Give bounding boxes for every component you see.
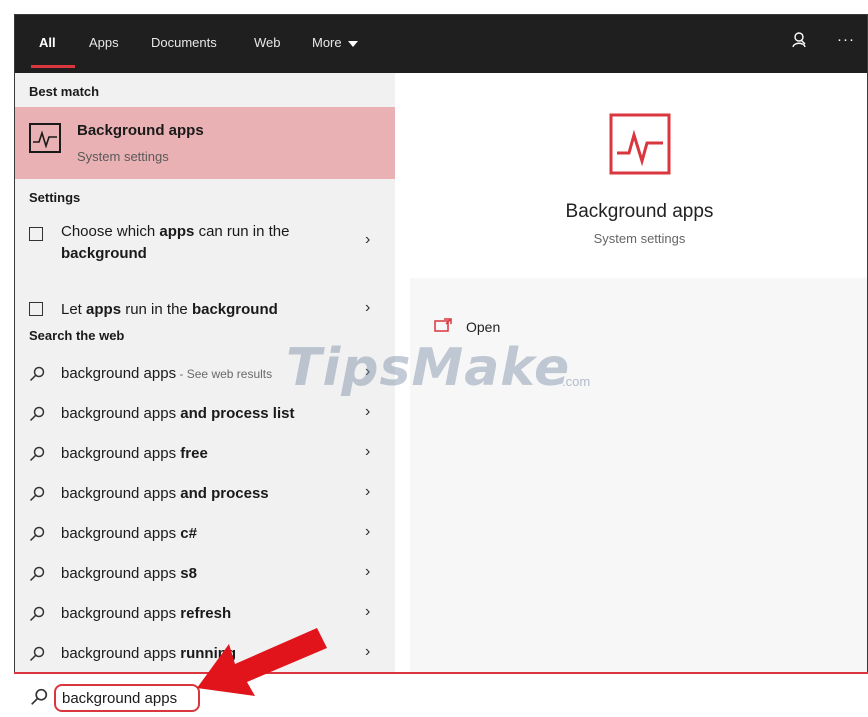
chevron-right-icon: › [365, 643, 371, 660]
settings-app-icon [29, 227, 45, 243]
tab-web[interactable]: Web [254, 35, 281, 50]
chevron-right-icon: › [365, 563, 371, 580]
web-result-label: background apps and process list [61, 405, 295, 422]
preview-card: Background apps System settings [410, 73, 867, 278]
web-result-label: background apps c# [61, 525, 197, 542]
search-icon [29, 606, 45, 622]
search-icon [29, 566, 45, 582]
tab-documents[interactable]: Documents [151, 35, 217, 50]
search-web-header: Search the web [29, 328, 125, 343]
web-result-item[interactable]: background apps and process › [15, 478, 395, 512]
chevron-right-icon: › [365, 443, 371, 460]
watermark-logo: TipsMake [286, 338, 571, 398]
feedback-icon[interactable] [790, 31, 808, 53]
activity-monitor-icon [29, 123, 61, 153]
web-result-item[interactable]: background apps s8 › [15, 558, 395, 592]
best-match-header: Best match [29, 84, 100, 99]
web-result-label: background apps - See web results [61, 365, 273, 382]
chevron-right-icon: › [365, 603, 371, 620]
web-result-item[interactable]: background apps free › [15, 438, 395, 472]
settings-item-label: Choose which apps can run in the backgrou… [61, 223, 290, 262]
settings-item-label: Let apps run in the background [61, 301, 278, 318]
tab-more-label: More [312, 35, 342, 50]
tab-more[interactable]: More [312, 35, 358, 50]
preview-title: Background apps [565, 201, 714, 222]
preview-subtitle: System settings [593, 231, 686, 246]
settings-item-choose-apps[interactable]: Choose which apps can run in the backgrou… [15, 217, 395, 273]
web-result-item[interactable]: background apps and process list › [15, 398, 395, 432]
active-tab-indicator [31, 65, 75, 68]
search-input[interactable] [54, 684, 200, 712]
annotation-arrow-icon [195, 626, 335, 706]
search-icon [29, 646, 45, 662]
chevron-right-icon: › [365, 403, 371, 420]
search-icon [29, 366, 45, 382]
open-icon [434, 318, 452, 337]
search-tab-bar: All Apps Documents Web More ··· [15, 15, 867, 73]
search-icon [30, 688, 48, 711]
search-icon [29, 406, 45, 422]
chevron-down-icon [347, 40, 358, 47]
chevron-right-icon: › [365, 231, 371, 248]
search-icon [29, 446, 45, 462]
web-result-label: background apps refresh [61, 605, 232, 622]
tab-apps[interactable]: Apps [89, 35, 119, 50]
open-label: Open [466, 319, 501, 335]
settings-app-icon [29, 302, 45, 318]
web-result-label: background apps and process [61, 485, 269, 502]
best-match-subtitle: System settings [77, 149, 169, 164]
chevron-right-icon: › [365, 299, 371, 316]
search-icon [29, 486, 45, 502]
web-result-item[interactable]: background apps c# › [15, 518, 395, 552]
best-match-result[interactable]: Background apps System settings [15, 107, 395, 179]
tab-all[interactable]: All [39, 35, 56, 50]
search-icon [29, 526, 45, 542]
settings-item-let-apps-run[interactable]: Let apps run in the background › [15, 297, 395, 327]
watermark-suffix: .com [562, 374, 591, 389]
more-options-icon[interactable]: ··· [837, 31, 855, 48]
chevron-right-icon: › [365, 523, 371, 540]
search-bar [14, 672, 868, 717]
chevron-right-icon: › [365, 483, 371, 500]
best-match-title: Background apps [77, 122, 204, 139]
web-result-label: background apps free [61, 445, 208, 462]
web-result-label: background apps s8 [61, 565, 197, 582]
activity-monitor-icon [609, 113, 671, 180]
settings-header: Settings [29, 190, 81, 205]
